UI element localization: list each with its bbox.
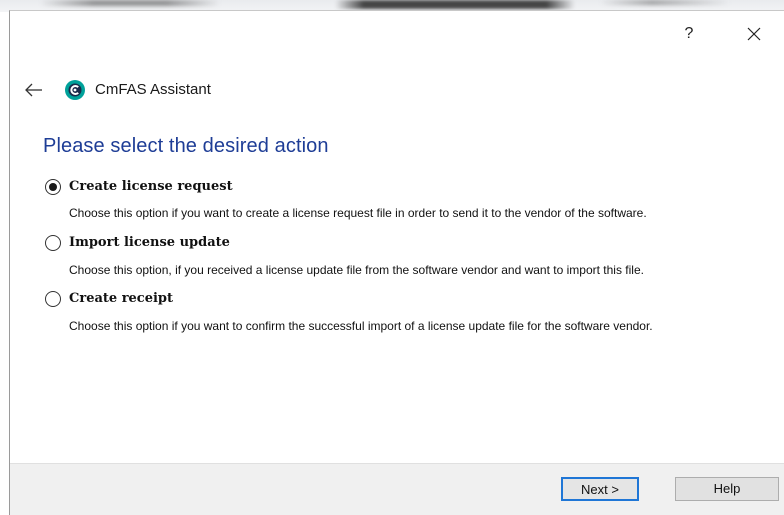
back-arrow-icon [25,83,42,97]
option-create-license-request[interactable]: Create license request [45,177,245,199]
help-question-button[interactable]: ? [674,21,704,47]
page-title: Please select the desired action [43,135,329,157]
radio-button[interactable] [45,235,61,251]
next-button[interactable]: Next > [561,477,639,501]
background-blur [600,0,730,5]
cmfas-logo-icon [64,79,86,101]
back-button[interactable] [22,79,46,101]
help-button[interactable]: Help [675,477,779,501]
option-description: Choose this option if you want to confir… [69,319,653,333]
screen: ? CmFAS Assistant Please select the desi… [0,0,784,515]
option-create-receipt[interactable]: Create receipt [45,289,245,311]
assistant-header: CmFAS Assistant [10,75,784,105]
background-blur [40,0,220,6]
background-blur [335,0,575,9]
option-description: Choose this option, if you received a li… [69,263,644,277]
close-icon [747,27,761,41]
option-label: Create receipt [69,291,174,306]
assistant-dialog: ? CmFAS Assistant Please select the desi… [9,10,784,515]
option-label: Create license request [69,179,233,194]
button-bar: Next > Help [10,463,784,515]
option-description: Choose this option if you want to create… [69,206,647,220]
option-label: Import license update [69,235,230,250]
radio-button[interactable] [45,179,61,195]
radio-selected-dot [49,183,57,191]
title-bar: ? [10,11,784,55]
option-import-license-update[interactable]: Import license update [45,233,245,255]
radio-button[interactable] [45,291,61,307]
app-title: CmFAS Assistant [95,81,211,98]
close-button[interactable] [737,19,771,49]
